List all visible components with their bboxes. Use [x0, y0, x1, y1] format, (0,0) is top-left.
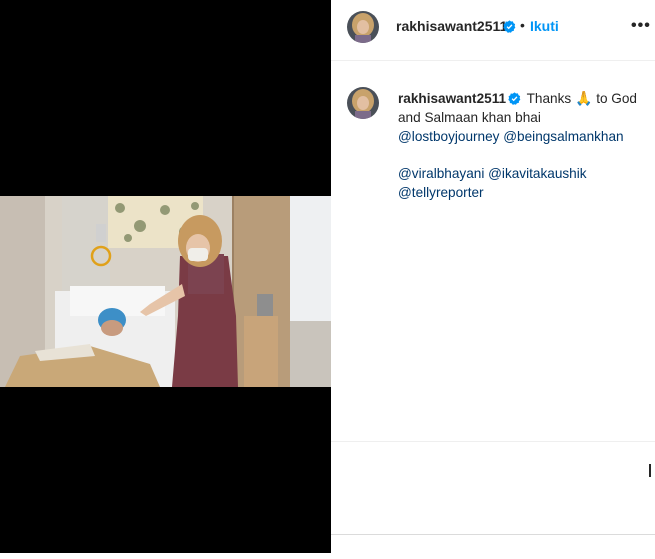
post-photo[interactable]	[0, 196, 331, 387]
more-options-icon[interactable]: •••	[631, 17, 651, 35]
mention-link[interactable]: @ikavitakaushik	[488, 166, 586, 181]
mention-link[interactable]: @lostboyjourney	[398, 129, 499, 144]
username[interactable]: rakhisawant2511	[396, 18, 507, 34]
mention-link[interactable]: @tellyreporter	[398, 185, 484, 200]
caption-username[interactable]: rakhisawant2511	[398, 91, 506, 106]
folded-hands-icon: 🙏	[574, 90, 593, 106]
mention-link[interactable]: @viralbhayani	[398, 166, 484, 181]
avatar[interactable]	[347, 11, 379, 43]
post-header: rakhisawant2511 • Ikuti •••	[331, 0, 655, 61]
post-sidebar: rakhisawant2511 • Ikuti ••• rakhisawant2…	[331, 0, 655, 553]
mention-link[interactable]: @beingsalmankhan	[503, 129, 623, 144]
follow-button[interactable]: Ikuti	[530, 18, 559, 34]
verified-badge-icon	[503, 20, 516, 33]
separator-dot: •	[520, 17, 525, 33]
verified-badge-icon	[508, 92, 521, 105]
text-cursor	[649, 464, 651, 477]
section-divider	[331, 441, 655, 442]
caption-text-before: Thanks	[526, 91, 572, 106]
bottom-divider	[331, 534, 655, 535]
post-media[interactable]	[0, 0, 331, 553]
post-caption: rakhisawant2511 Thanks 🙏 to God and Salm…	[398, 89, 643, 202]
caption-avatar[interactable]	[347, 87, 379, 119]
